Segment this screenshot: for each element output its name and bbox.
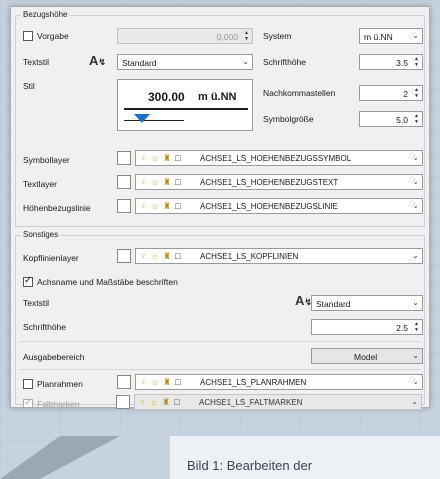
lock-icon: ♜ xyxy=(163,201,172,211)
textlayer-label: Textlayer xyxy=(23,179,58,189)
textstil2-select[interactable]: Standard ⌄ xyxy=(311,295,423,311)
nachkommastellen-label: Nachkommastellen xyxy=(263,88,336,98)
color-square-icon: □ xyxy=(175,251,181,261)
sun-icon: ☼ xyxy=(150,201,159,211)
textlayer-color-swatch[interactable] xyxy=(117,175,131,189)
symbollayer-color-swatch[interactable] xyxy=(117,151,131,165)
kopflinienlayer-color-swatch[interactable] xyxy=(117,249,131,263)
separator xyxy=(19,341,421,342)
lightbulb-icon: ♀ xyxy=(140,377,147,387)
chevron-down-icon: ⌄ xyxy=(412,377,419,386)
text-style-icon: A↯ xyxy=(89,53,106,68)
lock-icon: ♜ xyxy=(163,153,172,163)
group-sonstiges-title: Sonstiges xyxy=(21,230,61,239)
stil-preview[interactable]: 300.00 m ü.NN xyxy=(117,79,253,131)
chevron-down-icon: ⌄ xyxy=(242,57,249,66)
spin-icon: ▲ ▼ xyxy=(414,321,419,333)
nachkommastellen-input[interactable]: 2 ▲ ▼ xyxy=(359,85,423,101)
color-square-icon: □ xyxy=(175,201,181,211)
color-square-icon: □ xyxy=(174,397,180,407)
system-select[interactable]: m ü.NN ⌄ xyxy=(359,28,423,44)
faltmarken-select[interactable]: ♀ ☼ ♜ □ ACHSE1_LS_FALTMARKEN ⌄ xyxy=(134,394,422,410)
planrahmen-select[interactable]: ♀ ☼ ♜ □ ACHSE1_LS_PLANRAHMEN ⌄ xyxy=(135,374,423,390)
down-arrow-icon xyxy=(134,114,150,123)
ausgabebereich-select[interactable]: Model ⌄ xyxy=(311,348,423,364)
symbolgroesse-label: Symbolgröße xyxy=(263,114,314,124)
beschriften-label: Achsname und Maßstäbe beschriften xyxy=(37,277,178,287)
chevron-down-icon: ⌄ xyxy=(412,177,419,186)
kopflinienlayer-label: Kopflinienlayer xyxy=(23,253,79,263)
chevron-down-icon: ⌄ xyxy=(412,153,419,162)
chevron-down-icon: ⌄ xyxy=(411,397,418,406)
schrifthoehe-label: Schrifthöhe xyxy=(263,57,306,67)
chevron-down-icon: ⌄ xyxy=(412,31,419,40)
stil-label: Stil xyxy=(23,81,35,91)
spin-icon: ▲ ▼ xyxy=(414,56,419,68)
system-label: System xyxy=(263,31,292,41)
lightbulb-icon: ♀ xyxy=(140,177,147,187)
lightbulb-icon: ♀ xyxy=(140,153,147,163)
vorgabe-input[interactable]: 0,000 ▲ ▼ xyxy=(117,28,253,44)
chevron-down-icon: ⌄ xyxy=(412,201,419,210)
hoehenbezugslinie-label: Höhenbezugslinie xyxy=(23,203,91,213)
group-bezugshoehe-title: Bezugshöhe xyxy=(21,10,70,19)
textstil-label: Textstil xyxy=(23,57,49,67)
faltmarken-color-swatch[interactable] xyxy=(116,395,130,409)
settings-dialog: Bezugshöhe Vorgabe 0,000 ▲ ▼ System m ü.N… xyxy=(10,6,430,409)
textstil2-label: Textstil xyxy=(23,298,49,308)
color-square-icon: □ xyxy=(175,177,181,187)
lock-icon: ♜ xyxy=(163,377,172,387)
lock-icon: ♜ xyxy=(162,397,171,407)
kopflinienlayer-select[interactable]: ♀ ☼ ♜ □ ACHSE1_LS_KOPFLINIEN ⌄ xyxy=(135,248,423,264)
schrifthoehe-input[interactable]: 3.5 ▲ ▼ xyxy=(359,54,423,70)
planrahmen-checkbox[interactable] xyxy=(23,379,33,389)
spin-icon: ▲ ▼ xyxy=(414,87,419,99)
lightbulb-icon: ♀ xyxy=(140,201,147,211)
text-style-icon: A↯ xyxy=(295,293,312,308)
vorgabe-checkbox[interactable] xyxy=(23,31,33,41)
lock-icon: ♜ xyxy=(163,177,172,187)
ausgabebereich-label: Ausgabebereich xyxy=(23,352,85,362)
beschriften-checkbox[interactable] xyxy=(23,275,33,287)
chevron-down-icon: ⌄ xyxy=(412,298,419,307)
planrahmen-label: Planrahmen xyxy=(37,379,83,389)
chevron-down-icon: ⌄ xyxy=(412,351,419,360)
hoehenbezugslinie-select[interactable]: ♀ ☼ ♜ □ ACHSE1_LS_HOEHENBEZUGSLINIE ⌄ xyxy=(135,198,423,214)
chevron-down-icon: ⌄ xyxy=(412,251,419,260)
lightbulb-icon: ♀ xyxy=(140,251,147,261)
stil-preview-value: 300.00 xyxy=(148,90,185,104)
faltmarken-checkbox[interactable] xyxy=(23,397,33,408)
spin-icon: ▲ ▼ xyxy=(244,30,249,42)
sun-icon: ☼ xyxy=(150,177,159,187)
symbolgroesse-input[interactable]: 5.0 ▲ ▼ xyxy=(359,111,423,127)
sun-icon: ☼ xyxy=(150,377,159,387)
textlayer-select[interactable]: ♀ ☼ ♜ □ ACHSE1_LS_HOEHENBEZUGSTEXT ⌄ xyxy=(135,174,423,190)
stil-preview-unit: m ü.NN xyxy=(198,91,237,103)
stil-preview-line xyxy=(124,108,248,110)
color-square-icon: □ xyxy=(175,153,181,163)
sun-icon: ☼ xyxy=(149,397,158,407)
separator xyxy=(19,369,421,370)
planrahmen-color-swatch[interactable] xyxy=(117,375,131,389)
vorgabe-label: Vorgabe xyxy=(37,31,69,41)
faltmarken-label: Faltmarken xyxy=(37,399,80,409)
stil-preview-baseline xyxy=(124,120,184,121)
textstil-select[interactable]: Standard ⌄ xyxy=(117,54,253,70)
figure-caption: Bild 1: Bearbeiten der xyxy=(187,458,313,473)
symbollayer-label: Symbollayer xyxy=(23,155,70,165)
lightbulb-icon: ♀ xyxy=(139,397,146,407)
color-square-icon: □ xyxy=(175,377,181,387)
hoehenbezugslinie-color-swatch[interactable] xyxy=(117,199,131,213)
schrifthoehe2-input[interactable]: 2.5 ▲ ▼ xyxy=(311,319,423,335)
schrifthoehe2-label: Schrifthöhe xyxy=(23,322,66,332)
sun-icon: ☼ xyxy=(150,251,159,261)
sun-icon: ☼ xyxy=(150,153,159,163)
spin-icon: ▲ ▼ xyxy=(414,113,419,125)
lock-icon: ♜ xyxy=(163,251,172,261)
symbollayer-select[interactable]: ♀ ☼ ♜ □ ACHSE1_LS_HOEHENBEZUGSSYMBOL ⌄ xyxy=(135,150,423,166)
